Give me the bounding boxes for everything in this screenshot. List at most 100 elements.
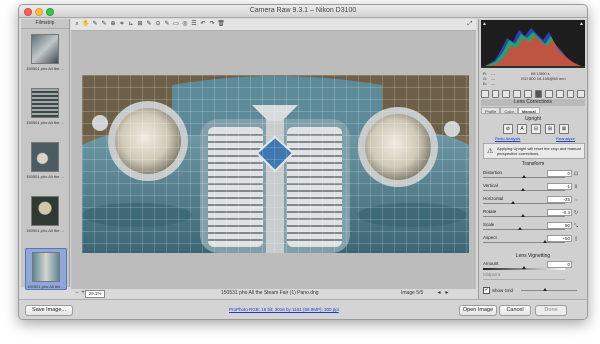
grid-size-slider[interactable] [521,288,578,291]
spot-removal-icon[interactable]: ✎ [145,20,153,28]
next-image-icon[interactable]: ▸ [443,289,451,297]
save-image-button[interactable]: Save Image... [25,305,73,316]
distortion-slider[interactable]: Distortion 0 ⊡ [483,170,585,180]
color-sampler-icon[interactable]: ✎ [100,20,108,28]
scale-label: Scale [483,222,495,227]
scale-slider[interactable]: Scale 90 ⤡ [483,222,585,232]
rotate-icon: ↻ [573,210,579,216]
zoom-level-field[interactable]: 29.1% [85,290,105,298]
tool-bar: ⌕ ✋ ✎ ✎ ⊕ ⌗ ⊾ ⊞ ✎ ⊙ ✎ ▭ ◎ ☰ ↶ ↷ 🗑 ⤢ [71,19,476,31]
tab-snapshots[interactable] [577,90,586,98]
upright-off-button[interactable]: ⊘ [503,124,513,134]
rotate-value[interactable]: -0.3 [547,209,572,216]
straighten-icon[interactable]: ⊾ [127,20,135,28]
filmstrip-item[interactable]: 150501 pho All the ... [25,85,65,125]
horizontal-icon: ⇔ [573,197,579,203]
thumbnail-image [31,34,59,64]
workflow-options-link[interactable]: ProPhoto RGB; 16 bit; 3016 by 1161 (68.9… [229,307,339,312]
midpoint-slider: Midpoint [483,272,585,282]
zoom-icon[interactable]: ⌕ [73,20,81,28]
filmstrip-item[interactable]: 150501 pho All the ... [25,31,65,71]
aspect-value[interactable]: +50 [547,235,572,242]
trash-icon[interactable]: 🗑 [217,20,225,28]
filmstrip-header: Filmstrip [21,19,69,29]
vertical-slider-handle[interactable] [521,188,526,191]
grid-size-handle[interactable] [543,288,548,291]
amount-slider[interactable]: Amount 0 [483,261,585,271]
hand-icon[interactable]: ✋ [82,20,90,28]
transform-title: Transform [521,161,545,167]
aspect-slider[interactable]: Aspect +50 ▯ [483,235,585,245]
tab-camera-calibration[interactable] [555,90,564,98]
radial-filter-icon[interactable]: ◎ [181,20,189,28]
distortion-slider-handle[interactable] [522,175,526,178]
vertical-value[interactable]: -1 [547,183,572,190]
window-title: Camera Raw 9.3.1 – Nikon D3100 [249,7,357,14]
tab-detail[interactable] [502,90,511,98]
tab-presets[interactable] [566,90,575,98]
upright-buttons: ⊘ A ⊟ ⊞ ⊠ [503,124,569,134]
upright-level-button[interactable]: ⊟ [531,124,541,134]
scale-track [483,229,565,230]
show-grid-option[interactable]: ✓ Show Grid [483,287,578,294]
rotate-cw-icon[interactable]: ↷ [208,20,216,28]
target-adjust-icon[interactable]: ⊕ [109,20,117,28]
cancel-button[interactable]: Cancel [499,305,531,316]
amount-value[interactable]: 0 [547,261,572,268]
red-eye-icon[interactable]: ⊙ [154,20,162,28]
aspect-slider-handle[interactable] [542,240,547,243]
upright-full-button[interactable]: ⊠ [559,124,569,134]
crop-icon[interactable]: ⌗ [118,20,126,28]
done-button[interactable]: Done [535,305,567,316]
vertical-slider[interactable]: Vertical -1 ⇕ [483,183,585,193]
shadow-clipping-icon[interactable]: ▲ [482,21,487,27]
rotate-slider[interactable]: Rotate -0.3 ↻ [483,209,585,219]
previous-image-icon[interactable]: ◂ [435,289,443,297]
show-grid-checkbox[interactable]: ✓ [483,287,490,294]
aspect-track [483,242,565,243]
horizontal-value[interactable]: -25 [547,196,572,203]
vignetting-title: Lens Vignetting [515,253,551,259]
histogram-graph [481,28,585,68]
rotate-ccw-icon[interactable]: ↶ [199,20,207,28]
amount-slider-handle[interactable] [522,266,526,269]
subtab-manual[interactable]: Manual [517,107,540,114]
scale-value[interactable]: 90 [547,222,572,229]
preferences-icon[interactable]: ☰ [190,20,198,28]
vertical-icon: ⇕ [573,184,579,190]
filmstrip-item[interactable]: 150501 pho All the ... [25,139,65,179]
fullscreen-icon[interactable]: ⤢ [466,20,474,28]
horizontal-track [483,203,565,204]
white-balance-icon[interactable]: ✎ [91,20,99,28]
show-grid-label: Show Grid [492,288,514,293]
tab-hsl[interactable] [513,90,521,98]
filmstrip-item-selected[interactable]: 150501 pho All the ... [25,248,67,290]
distortion-value[interactable]: 0 [547,170,572,177]
tab-effects[interactable] [545,90,553,98]
highlight-clipping-icon[interactable]: ▲ [579,21,584,27]
preview-canvas[interactable] [71,31,476,289]
upright-title: Upright [524,116,542,122]
horizontal-slider-handle[interactable] [511,201,516,204]
upright-auto-button[interactable]: A [517,124,527,134]
lens-subtabs: Profile Color Manual [481,107,585,114]
tab-split-toning[interactable] [523,90,532,98]
tab-tone-curve[interactable] [491,90,500,98]
redo-analysis-link[interactable]: Redo Analysis [495,136,520,141]
subtab-profile[interactable]: Profile [481,107,501,114]
graduated-filter-icon[interactable]: ▭ [172,20,180,28]
filmstrip-item[interactable]: 150501 pho All the ... [25,193,65,233]
tab-basic[interactable] [481,90,489,98]
subtab-color[interactable]: Color [500,107,518,114]
rotate-slider-handle[interactable] [521,214,526,217]
tab-lens-corrections[interactable] [534,90,543,98]
upright-vertical-button[interactable]: ⊞ [545,124,555,134]
horizontal-slider[interactable]: Horizontal -25 ⇔ [483,196,585,206]
reanalyze-link[interactable]: Reanalyze [556,136,575,141]
vertical-label: Vertical [483,183,498,188]
open-image-button[interactable]: Open Image [459,305,497,316]
adjustments-panel: ▲ ▲ R: --- G: --- B: --- f/8 1/500 s ISO… [478,19,587,299]
transform-icon[interactable]: ⊞ [136,20,144,28]
scale-slider-handle[interactable] [517,227,522,230]
adjustment-brush-icon[interactable]: ✎ [163,20,171,28]
